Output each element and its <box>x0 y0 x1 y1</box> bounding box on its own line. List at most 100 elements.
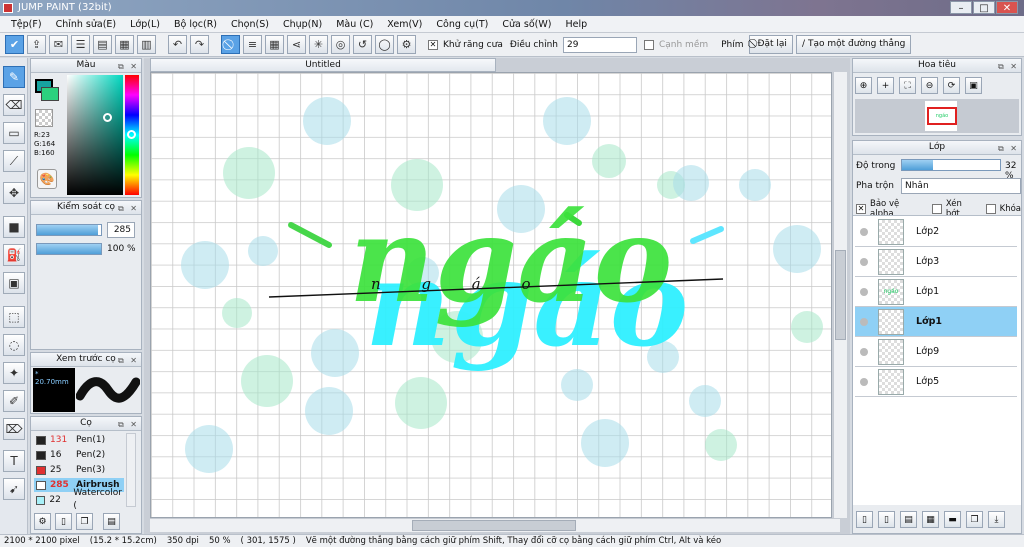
new-halftone-layer-icon[interactable]: ▦ <box>922 511 939 528</box>
protect-alpha-checkbox[interactable]: ✕ <box>856 204 866 214</box>
new-text-layer-icon[interactable]: ▤ <box>900 511 917 528</box>
undo-icon[interactable]: ↶ <box>168 35 187 54</box>
layer-visibility-icon[interactable] <box>860 227 868 236</box>
concentric-icon[interactable]: ◎ <box>331 35 350 54</box>
rotate-icon[interactable]: ⟳ <box>943 77 960 94</box>
brush-tool-icon[interactable]: ✎ <box>3 66 25 88</box>
brush-list-scrollbar[interactable] <box>126 433 136 507</box>
palette-icon[interactable]: 🎨 <box>37 169 57 189</box>
horizontal-scroll-thumb[interactable] <box>412 520 576 531</box>
menu-item[interactable]: Chọn(S) <box>224 16 276 33</box>
layer-visibility-icon[interactable] <box>860 257 868 266</box>
redo-icon[interactable]: ↷ <box>190 35 209 54</box>
lock-checkbox[interactable] <box>985 204 996 214</box>
soft-edge-checkbox[interactable] <box>643 39 654 50</box>
panel-buttons-icon[interactable]: ⧉ ✕ <box>998 60 1019 73</box>
zoom-in-icon[interactable]: ⊕ <box>855 77 872 94</box>
layer-row[interactable]: ngáo Lớp1 <box>855 277 1017 307</box>
no-ruler-icon[interactable]: ⃠ <box>221 35 240 54</box>
new-layer-icon[interactable]: ▯ <box>856 511 873 528</box>
select-pen-tool-icon[interactable]: ✐ <box>3 390 25 412</box>
brush-size-slider[interactable] <box>36 224 102 236</box>
select-eraser-tool-icon[interactable]: ⌦ <box>3 418 25 440</box>
picker-cursor-icon[interactable] <box>103 113 112 122</box>
gradient-tool-icon[interactable]: ▣ <box>3 272 25 294</box>
zoom-out-icon[interactable]: ⊖ <box>921 77 938 94</box>
close-button[interactable]: ✕ <box>996 1 1018 14</box>
menu-item[interactable]: Cửa số(W) <box>495 16 558 33</box>
rect-select-tool-icon[interactable]: ⬚ <box>3 306 25 328</box>
panel-buttons-icon[interactable]: ⧉ ✕ <box>998 142 1019 155</box>
navigator-preview[interactable]: ngáo <box>855 99 1019 133</box>
menu-item[interactable]: Công cụ(T) <box>429 16 495 33</box>
layer-visibility-icon[interactable] <box>860 287 868 296</box>
maximize-button[interactable]: □ <box>973 1 995 14</box>
brush-properties-icon[interactable]: ▤ <box>103 513 120 530</box>
perspective-icon[interactable]: ⋖ <box>287 35 306 54</box>
blend-mode-select[interactable]: Nhân <box>901 178 1021 194</box>
brush-list-item[interactable]: 131 Pen(1) <box>34 433 124 447</box>
menu-item[interactable]: Lớp(L) <box>123 16 167 33</box>
saturation-value-picker[interactable] <box>67 75 123 195</box>
new-check-icon[interactable]: ✔ <box>5 35 24 54</box>
brush-settings-icon[interactable]: ⚙ <box>34 513 51 530</box>
new-folder-icon[interactable]: ▬ <box>944 511 961 528</box>
layer-visibility-icon[interactable] <box>860 377 868 386</box>
pointer-tool-icon[interactable]: ➹ <box>3 478 25 500</box>
lasso-tool-icon[interactable]: ◌ <box>3 334 25 356</box>
ellipse-ruler-icon[interactable]: ◯ <box>375 35 394 54</box>
brush-list-item[interactable]: 16 Pen(2) <box>34 448 124 462</box>
background-color-swatch[interactable] <box>41 87 59 101</box>
chat-icon[interactable]: ☰ <box>71 35 90 54</box>
layer-visibility-icon[interactable] <box>860 317 868 326</box>
layer-row[interactable]: Lớp9 <box>855 337 1017 367</box>
straight-line-button[interactable]: ∕ Tạo một đường thẳng <box>795 35 912 54</box>
menu-item[interactable]: Chỉnh sửa(E) <box>49 16 124 33</box>
reset-button[interactable]: ⃠Đặt lại <box>748 35 793 54</box>
adjust-input[interactable]: 29 <box>562 36 637 53</box>
hue-cursor-icon[interactable] <box>127 130 136 139</box>
vertical-scroll-thumb[interactable] <box>835 250 846 340</box>
new-vector-layer-icon[interactable]: ▯ <box>878 511 895 528</box>
panel-buttons-icon[interactable]: ⧉ ✕ <box>118 202 139 215</box>
grid-tool-icon[interactable]: ▥ <box>137 35 156 54</box>
horizontal-scrollbar[interactable] <box>150 518 840 532</box>
new-brush-icon[interactable]: ▯ <box>55 513 72 530</box>
layer-row[interactable]: Lớp3 <box>855 247 1017 277</box>
merge-layer-icon[interactable]: ⤓ <box>988 511 1005 528</box>
menu-item[interactable]: Xem(V) <box>380 16 429 33</box>
menu-item[interactable]: Help <box>558 16 594 33</box>
panel-buttons-icon[interactable]: ⧉ ✕ <box>118 418 139 431</box>
share-icon[interactable]: ⇪ <box>27 35 46 54</box>
brush-opacity-slider[interactable] <box>36 243 102 255</box>
brush-size-input[interactable]: 285 <box>107 222 135 238</box>
menu-item[interactable]: Màu (C) <box>329 16 380 33</box>
copy-brush-icon[interactable]: ❐ <box>76 513 93 530</box>
vertical-scrollbar[interactable] <box>833 72 847 518</box>
document-icon[interactable]: ▤ <box>93 35 112 54</box>
transparent-color-icon[interactable] <box>35 109 53 127</box>
drawing-canvas[interactable]: ngáo ngáo n g á o <box>150 72 832 518</box>
grid-ruler-icon[interactable]: ▦ <box>265 35 284 54</box>
layer-row[interactable]: Lớp1 <box>855 307 1017 337</box>
panel-buttons-icon[interactable]: ⧉ ✕ <box>118 60 139 73</box>
pages-icon[interactable]: ▦ <box>115 35 134 54</box>
layer-visibility-icon[interactable] <box>860 347 868 356</box>
comment-icon[interactable]: ✉ <box>49 35 68 54</box>
menu-item[interactable]: Chụp(N) <box>276 16 329 33</box>
layer-row[interactable]: Lớp2 <box>855 217 1017 247</box>
menu-item[interactable]: Tệp(F) <box>4 16 49 33</box>
fullscreen-icon[interactable]: ▣ <box>965 77 982 94</box>
settings-gear-icon[interactable]: ⚙ <box>397 35 416 54</box>
hue-slider[interactable] <box>125 75 139 195</box>
line-tool-icon[interactable]: ⟋ <box>3 150 25 172</box>
shape-tool-icon[interactable]: ▭ <box>3 122 25 144</box>
minimize-button[interactable]: – <box>950 1 972 14</box>
layer-opacity-slider[interactable] <box>901 159 1001 171</box>
brush-list-item[interactable]: 25 Pen(3) <box>34 463 124 477</box>
fill-rect-tool-icon[interactable]: ■ <box>3 216 25 238</box>
zoom-plus-icon[interactable]: + <box>877 77 894 94</box>
layer-row[interactable]: Lớp5 <box>855 367 1017 397</box>
panel-buttons-icon[interactable]: ⧉ ✕ <box>118 354 139 367</box>
antialias-checkbox[interactable]: ✕ <box>428 39 438 50</box>
